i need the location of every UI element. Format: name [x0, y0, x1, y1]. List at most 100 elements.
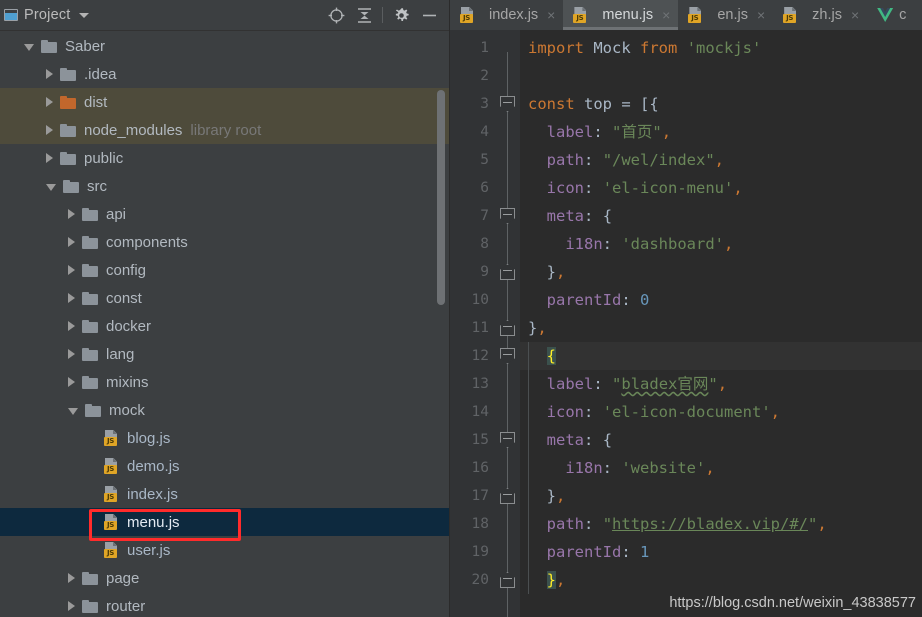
tree-folder-row[interactable]: lang	[0, 340, 449, 368]
fold-collapse-marker-icon[interactable]	[500, 320, 515, 336]
project-panel-title-group[interactable]: Project	[0, 7, 89, 23]
code-editor[interactable]: 1 2 3 4 5 6 7 8 9 10 11 12 13 14 15 16 17 18 19 20 import M…	[450, 30, 922, 617]
code-line[interactable]: i18n: 'website',	[520, 454, 922, 482]
chevron-right-icon[interactable]	[46, 97, 53, 107]
editor-tab-en-js[interactable]: JS en.js ×	[678, 0, 773, 30]
tree-item-label: api	[106, 205, 127, 223]
tree-folder-row[interactable]: mixins	[0, 368, 449, 396]
editor-tab-zh-js[interactable]: JS zh.js ×	[773, 0, 867, 30]
fold-collapse-marker-icon[interactable]	[500, 572, 515, 588]
project-tree-scrollbar[interactable]	[437, 90, 445, 305]
line-number: 8	[480, 236, 489, 252]
project-panel-header: Project	[0, 0, 449, 31]
folder-icon	[60, 67, 76, 81]
tree-folder-row[interactable]: dist	[0, 88, 449, 116]
chevron-right-icon[interactable]	[68, 237, 75, 247]
fold-expand-marker-icon[interactable]	[500, 208, 515, 224]
project-tree[interactable]: Saber .idea dist node_modules library root pu…	[0, 31, 449, 617]
tree-file-row[interactable]: JS user.js	[0, 536, 449, 564]
chevron-right-icon[interactable]	[68, 377, 75, 387]
chevron-right-icon[interactable]	[68, 601, 75, 611]
tree-folder-row[interactable]: docker	[0, 312, 449, 340]
code-line[interactable]: parentId: 1	[520, 538, 922, 566]
chevron-down-icon[interactable]	[24, 44, 34, 51]
code-line[interactable]: {	[520, 342, 922, 370]
chevron-right-icon[interactable]	[46, 153, 53, 163]
chevron-right-icon[interactable]	[68, 209, 75, 219]
code-line[interactable]: label: "bladex官网",	[520, 370, 922, 398]
tree-file-row[interactable]: JS menu.js	[0, 508, 449, 536]
tree-folder-row[interactable]: public	[0, 144, 449, 172]
code-line[interactable]: meta: {	[520, 426, 922, 454]
collapse-all-icon[interactable]	[350, 2, 378, 28]
locate-icon[interactable]	[322, 2, 350, 28]
tree-folder-row[interactable]: src	[0, 172, 449, 200]
tree-item-label: docker	[106, 317, 152, 335]
code-line[interactable]: },	[520, 566, 922, 594]
code-line[interactable]: path: "/wel/index",	[520, 146, 922, 174]
fold-slot	[496, 286, 520, 314]
chevron-down-icon[interactable]	[78, 12, 89, 18]
editor-tab-c[interactable]: c	[867, 0, 914, 30]
code-line[interactable]: meta: {	[520, 202, 922, 230]
tree-folder-row[interactable]: .idea	[0, 60, 449, 88]
tree-folder-row[interactable]: node_modules library root	[0, 116, 449, 144]
code-line[interactable]: parentId: 0	[520, 286, 922, 314]
code-line[interactable]: i18n: 'dashboard',	[520, 230, 922, 258]
folder-icon	[82, 319, 98, 333]
chevron-right-icon[interactable]	[68, 293, 75, 303]
chevron-right-icon[interactable]	[46, 125, 53, 135]
code-line[interactable]: },	[520, 258, 922, 286]
close-icon[interactable]: ×	[547, 7, 555, 23]
chevron-right-icon[interactable]	[68, 265, 75, 275]
fold-expand-marker-icon[interactable]	[500, 432, 515, 448]
chevron-down-icon[interactable]	[46, 184, 56, 191]
code-line[interactable]: label: "首页",	[520, 118, 922, 146]
code-line[interactable]: icon: 'el-icon-menu',	[520, 174, 922, 202]
code-line[interactable]: import Mock from 'mockjs'	[520, 34, 922, 62]
close-icon[interactable]: ×	[851, 7, 859, 23]
tree-folder-row[interactable]: Saber	[0, 32, 449, 60]
folder-icon	[85, 403, 101, 417]
chevron-right-icon[interactable]	[68, 573, 75, 583]
code-line[interactable]: },	[520, 482, 922, 510]
code-line[interactable]: icon: 'el-icon-document',	[520, 398, 922, 426]
chevron-right-icon[interactable]	[68, 349, 75, 359]
code-line[interactable]: path: "https://bladex.vip/#/",	[520, 510, 922, 538]
fold-expand-marker-icon[interactable]	[500, 96, 515, 112]
folder-icon-orange	[60, 95, 76, 109]
code-content[interactable]: import Mock from 'mockjs' const top = [{ …	[520, 30, 922, 617]
folder-icon	[82, 347, 98, 361]
tree-folder-row[interactable]: const	[0, 284, 449, 312]
tree-folder-row[interactable]: mock	[0, 396, 449, 424]
close-icon[interactable]: ×	[757, 7, 765, 23]
chevron-down-icon[interactable]	[68, 408, 78, 415]
editor-tab-label: index.js	[489, 7, 539, 23]
fold-slot	[496, 258, 520, 286]
tree-folder-row[interactable]: api	[0, 200, 449, 228]
close-icon[interactable]: ×	[662, 7, 670, 23]
chevron-right-icon[interactable]	[68, 321, 75, 331]
tree-folder-row[interactable]: components	[0, 228, 449, 256]
fold-collapse-marker-icon[interactable]	[500, 488, 515, 504]
fold-collapse-marker-icon[interactable]	[500, 264, 515, 280]
editor-tab-menu-js[interactable]: JS menu.js ×	[563, 0, 679, 30]
minimize-icon[interactable]	[415, 2, 443, 28]
tree-folder-row[interactable]: config	[0, 256, 449, 284]
tree-item-label: demo.js	[127, 457, 180, 475]
tree-folder-row[interactable]: router	[0, 592, 449, 617]
code-line[interactable]	[520, 62, 922, 90]
fold-slot	[496, 118, 520, 146]
gear-icon[interactable]	[387, 2, 415, 28]
code-line[interactable]: },	[520, 314, 922, 342]
tree-file-row[interactable]: JS blog.js	[0, 424, 449, 452]
tree-folder-row[interactable]: page	[0, 564, 449, 592]
fold-expand-marker-icon[interactable]	[500, 348, 515, 364]
chevron-right-icon[interactable]	[46, 69, 53, 79]
code-fold-gutter[interactable]	[496, 30, 520, 617]
tree-file-row[interactable]: JS index.js	[0, 480, 449, 508]
editor-tab-index-js[interactable]: JS index.js ×	[450, 0, 563, 30]
editor-tab-bar[interactable]: JS index.js × JS menu.js × JS en.js × JS zh.js × c	[450, 0, 922, 30]
tree-file-row[interactable]: JS demo.js	[0, 452, 449, 480]
code-line[interactable]: const top = [{	[520, 90, 922, 118]
